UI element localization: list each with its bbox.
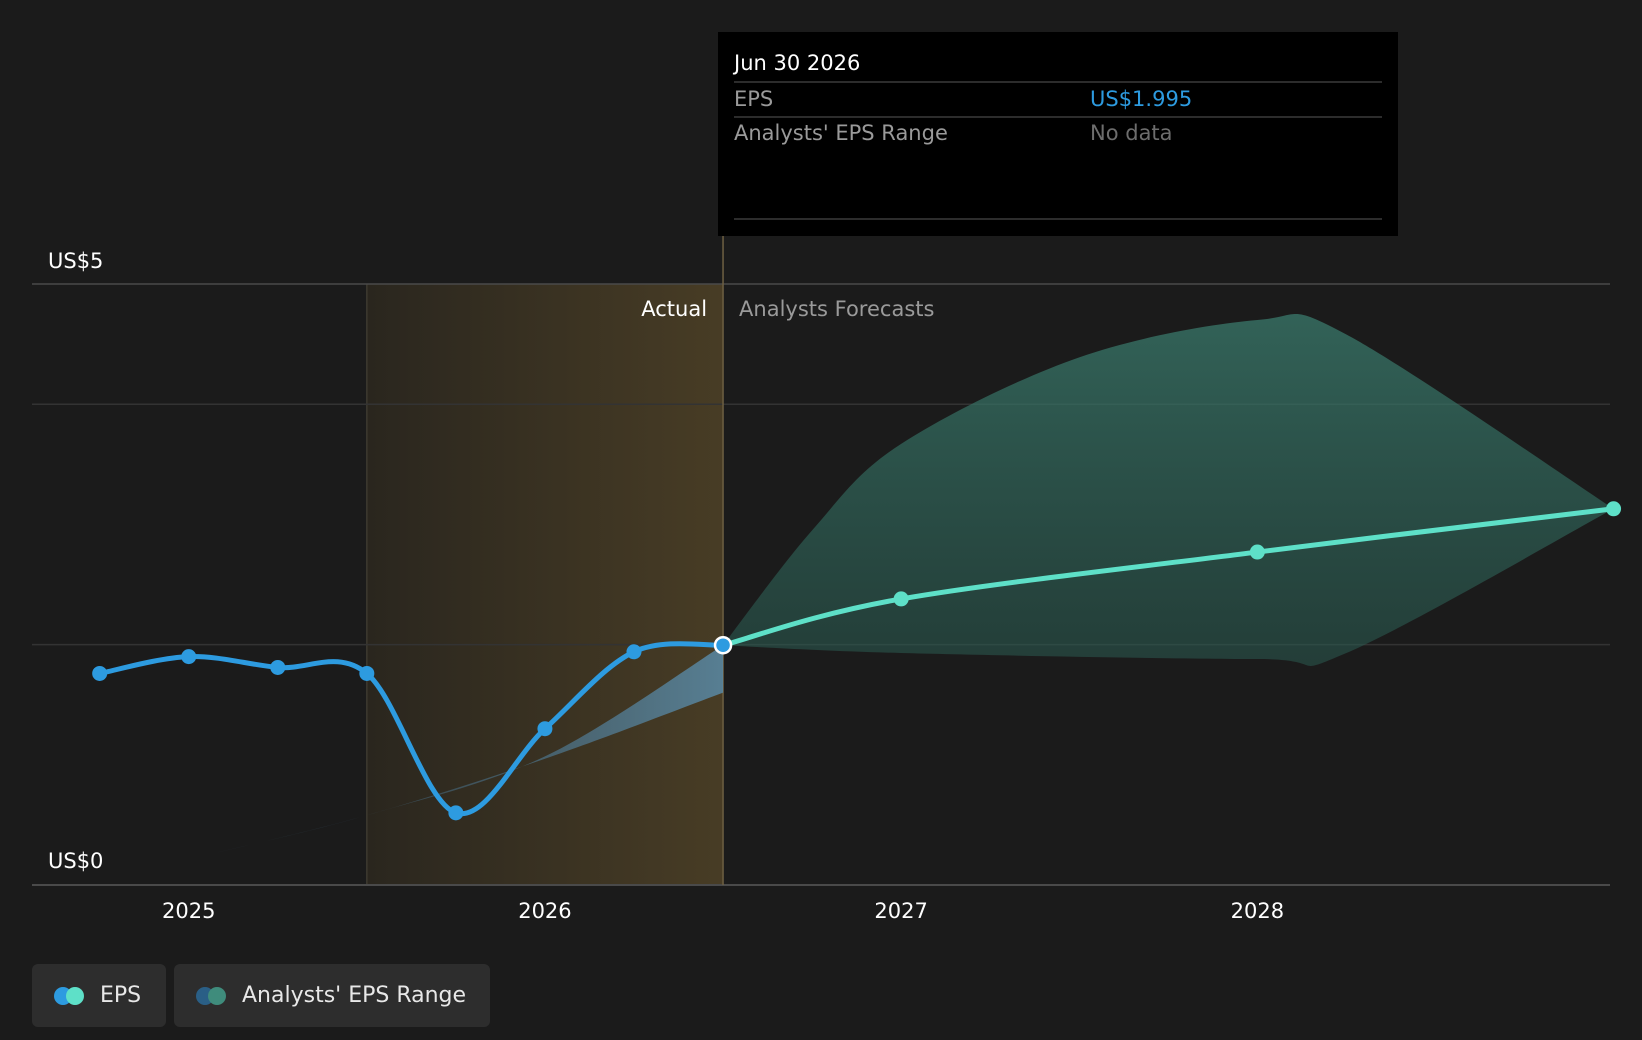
eps-data-point[interactable] [893, 591, 909, 607]
x-tick-label: 2025 [162, 899, 215, 923]
eps-range-band-forecast [723, 314, 1614, 666]
eps-range-legend-icon [196, 986, 230, 1005]
eps-data-point[interactable] [537, 721, 553, 737]
x-tick-label: 2027 [874, 899, 927, 923]
legend-label-eps: EPS [100, 983, 142, 1008]
legend-label-eps-range: Analysts' EPS Range [242, 983, 467, 1008]
eps-data-point[interactable] [270, 659, 286, 675]
tooltip-row-value: US$1.995 [1090, 87, 1192, 111]
eps-data-point[interactable] [1606, 501, 1622, 517]
tooltip-date: Jun 30 2026 [732, 51, 860, 75]
legend-item-eps[interactable]: EPS [32, 964, 166, 1027]
y-axis-label-bottom: US$0 [48, 849, 103, 873]
eps-data-point[interactable] [448, 805, 464, 821]
eps-legend-icon [54, 986, 88, 1005]
eps-data-point[interactable] [626, 644, 642, 660]
eps-highlight-point[interactable] [713, 635, 733, 655]
tooltip-row-value: No data [1090, 121, 1173, 145]
legend-item-eps-range[interactable]: Analysts' EPS Range [174, 964, 490, 1027]
eps-chart-stage: US$5 US$0 2025 2026 2027 2028 Actual Analysts F… [0, 0, 1642, 1040]
section-label-actual: Actual [641, 297, 707, 321]
tooltip-row-label: EPS [734, 87, 773, 111]
eps-data-point[interactable] [181, 649, 197, 665]
eps-data-point[interactable] [92, 665, 108, 681]
x-tick-label: 2026 [518, 899, 571, 923]
eps-data-point[interactable] [1249, 544, 1265, 560]
tooltip-row-label: Analysts' EPS Range [734, 121, 948, 145]
actual-period-shade [366, 284, 724, 885]
eps-data-point[interactable] [359, 665, 375, 681]
x-tick-label: 2028 [1231, 899, 1284, 923]
y-axis-label-top: US$5 [48, 249, 103, 273]
section-label-forecast: Analysts Forecasts [739, 297, 934, 321]
eps-chart: US$5 US$0 2025 2026 2027 2028 Actual Analysts F… [32, 32, 1622, 923]
